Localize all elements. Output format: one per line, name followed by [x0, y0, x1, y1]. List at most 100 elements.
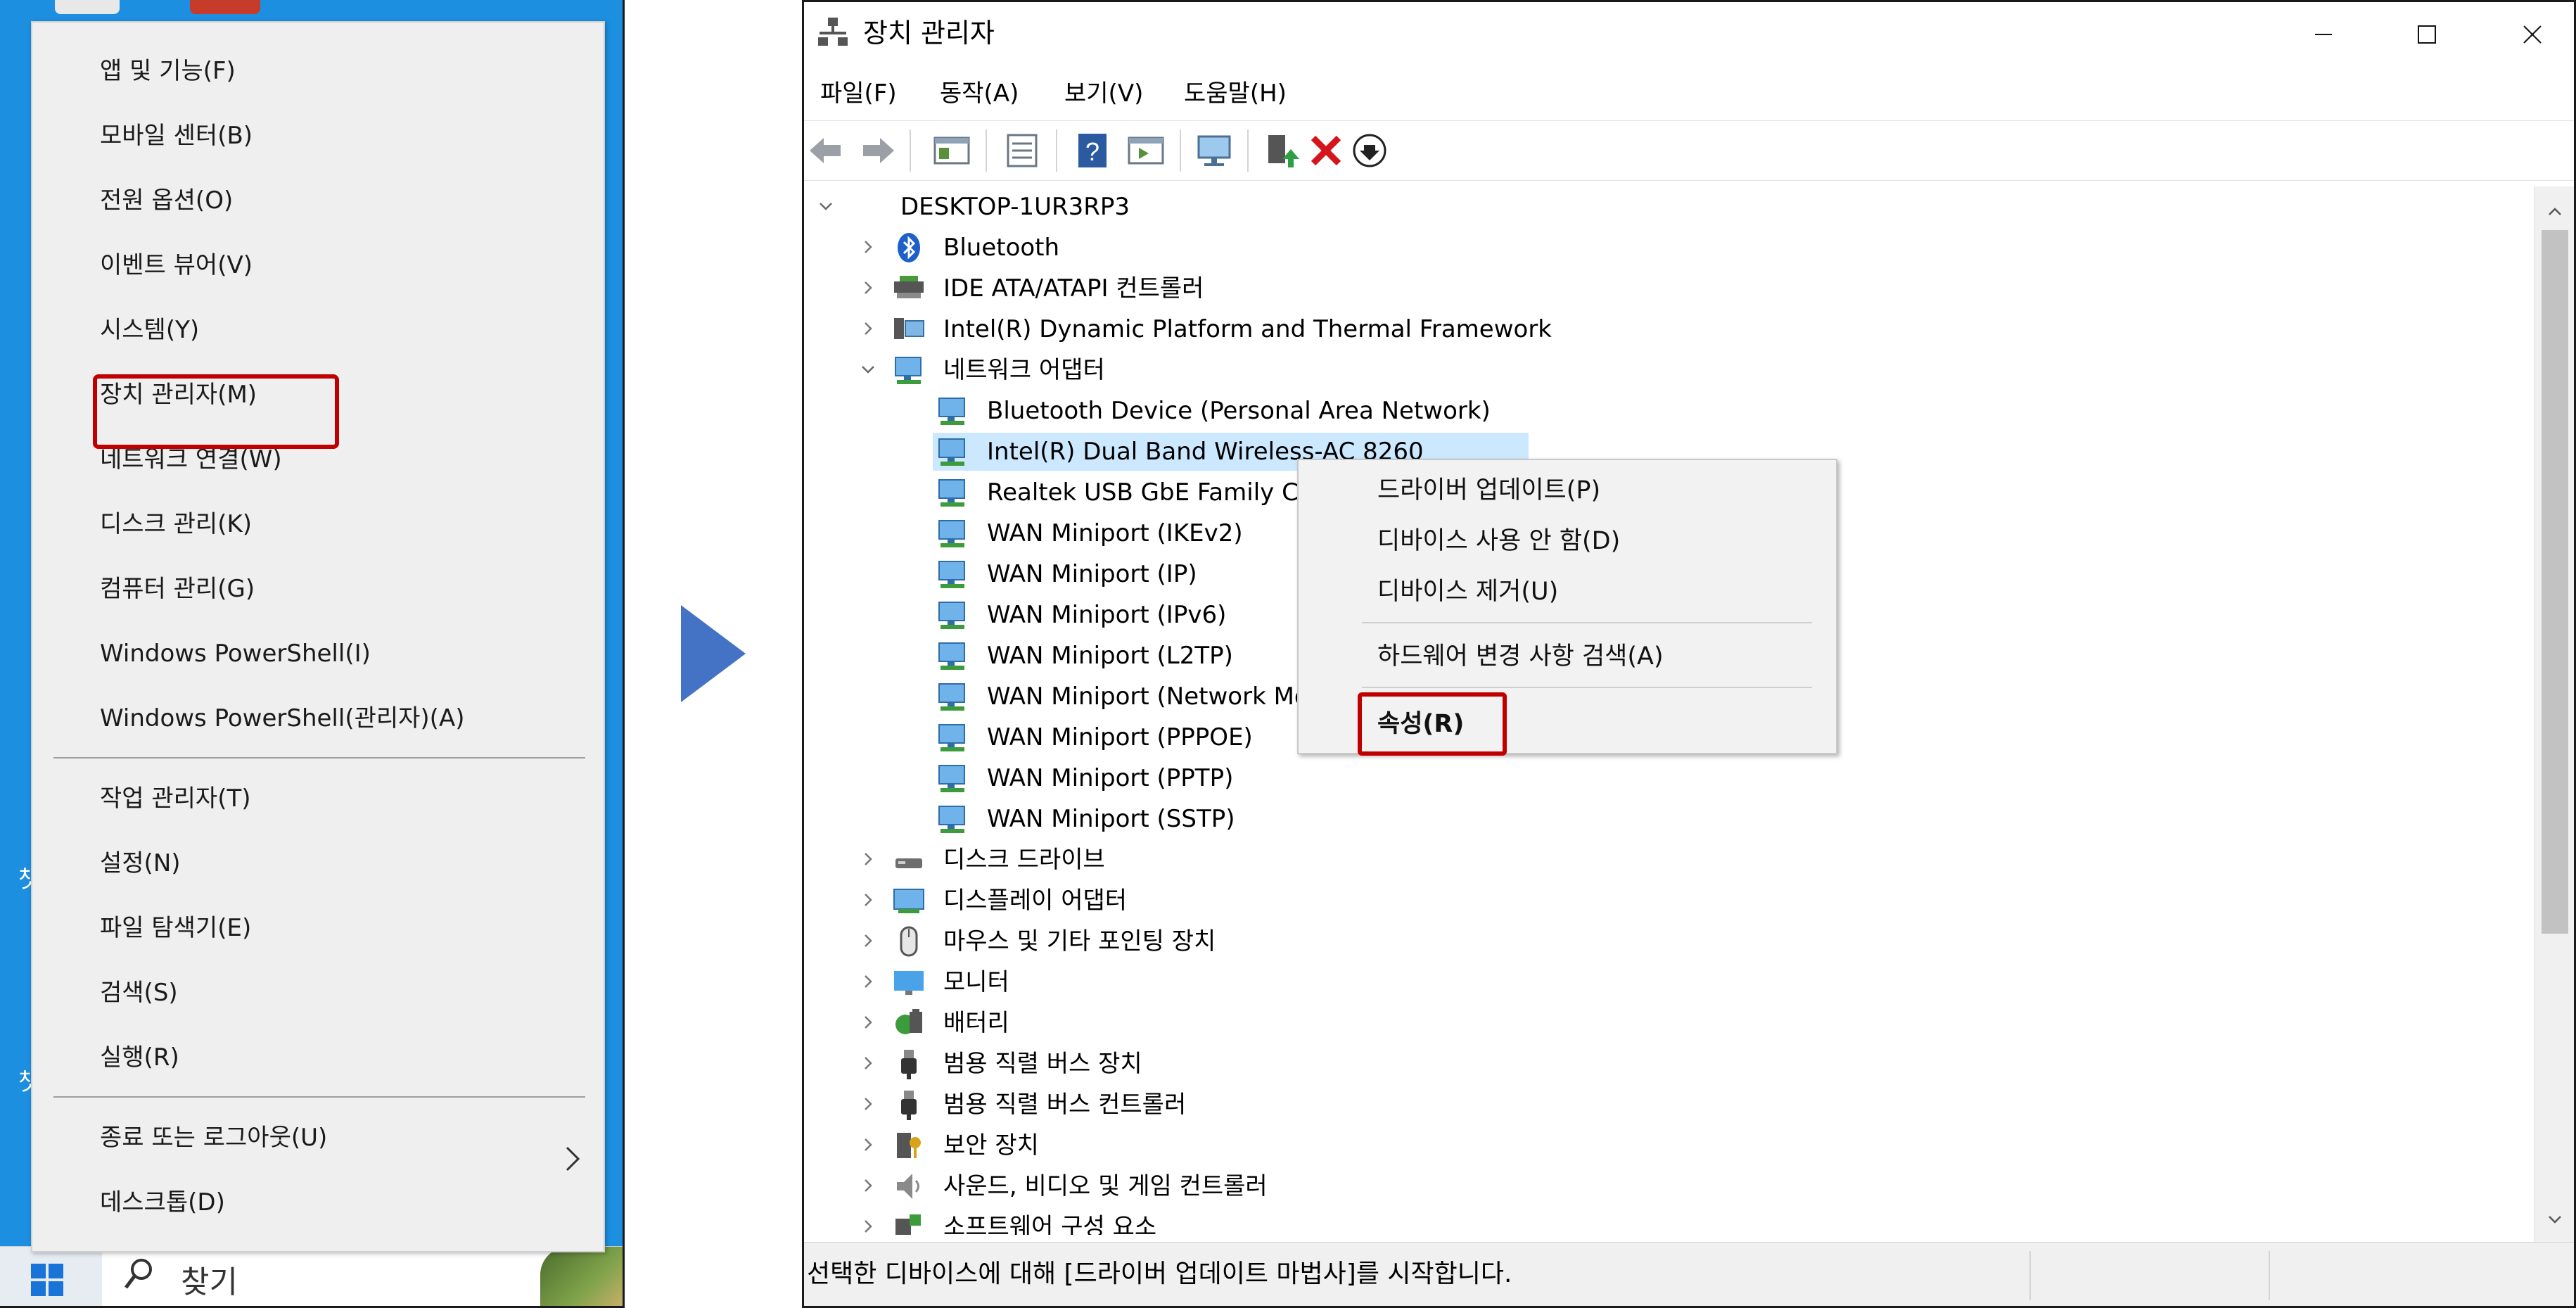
- disk-drive-icon: [895, 858, 922, 868]
- menu-item-powershell-admin[interactable]: Windows PowerShell(관리자)(A): [32, 690, 604, 747]
- menu-item-search[interactable]: 검색(S): [32, 965, 604, 1021]
- menu-help[interactable]: 도움말(H): [1184, 69, 1287, 118]
- minimize-icon[interactable]: [2302, 13, 2345, 56]
- menu-action[interactable]: 동작(A): [940, 69, 1019, 118]
- action-pane-icon[interactable]: [1126, 131, 1166, 170]
- chevron-right-icon[interactable]: [859, 1010, 877, 1035]
- menu-item-settings[interactable]: 설정(N): [32, 835, 604, 891]
- update-driver-icon[interactable]: [1261, 131, 1301, 170]
- tree-child-wan-sstp[interactable]: WAN Miniport (SSTP): [804, 799, 2534, 839]
- network-adapter-icon: [938, 642, 965, 670]
- chevron-down-icon[interactable]: [817, 193, 835, 219]
- chevron-right-icon[interactable]: [859, 316, 877, 341]
- chevron-right-icon[interactable]: [859, 1173, 877, 1198]
- tree-item-monitors[interactable]: 모니터: [804, 962, 2534, 1003]
- network-adapter-icon: [938, 765, 965, 792]
- menu-item-system[interactable]: 시스템(Y): [32, 302, 604, 358]
- menu-item-apps-features[interactable]: 앱 및 기능(F): [32, 43, 604, 99]
- desktop-app-icon[interactable]: [55, 0, 120, 14]
- tree-item-batteries[interactable]: 배터리: [804, 1003, 2534, 1043]
- windows-start-icon[interactable]: [31, 1264, 63, 1296]
- chevron-right-icon[interactable]: [859, 234, 877, 260]
- tree-child-wan-pptp[interactable]: WAN Miniport (PPTP): [804, 758, 2534, 799]
- menu-divider: [53, 757, 585, 758]
- chevron-right-icon[interactable]: [859, 846, 877, 872]
- tree-item-usb-devices[interactable]: 범용 직렬 버스 장치: [804, 1043, 2534, 1084]
- context-item-disable-device[interactable]: 디바이스 사용 안 함(D): [1299, 516, 1836, 566]
- tree-item-software-components[interactable]: 소프트웨어 구성 요소: [804, 1207, 2534, 1235]
- tree-item-bluetooth[interactable]: Bluetooth: [804, 227, 2534, 268]
- menu-item-task-manager[interactable]: 작업 관리자(T): [32, 770, 604, 827]
- menu-item-computer-management[interactable]: 컴퓨터 관리(G): [32, 561, 604, 617]
- menu-item-power-options[interactable]: 전원 옵션(O): [32, 172, 604, 229]
- network-adapter-icon: [938, 602, 965, 629]
- chevron-right-icon[interactable]: [859, 969, 877, 994]
- context-item-scan-hardware[interactable]: 하드웨어 변경 사항 검색(A): [1299, 632, 1836, 681]
- forward-icon[interactable]: [859, 131, 898, 170]
- context-item-update-driver[interactable]: 드라이버 업데이트(P): [1299, 466, 1836, 515]
- tree-root[interactable]: DESKTOP-1UR3RP3: [804, 186, 2534, 227]
- show-hide-tree-icon[interactable]: [932, 131, 971, 170]
- taskbar-decoration: [540, 1247, 623, 1306]
- tree-item-label: 디스플레이 어댑터: [943, 887, 1128, 915]
- disable-device-icon[interactable]: [1350, 131, 1389, 170]
- maximize-icon[interactable]: [2406, 13, 2448, 56]
- tree-item-security-devices[interactable]: 보안 장치: [804, 1125, 2534, 1166]
- tree-item-display-adapters[interactable]: 디스플레이 어댑터: [804, 880, 2534, 921]
- toolbar: ?: [804, 120, 2574, 181]
- properties-icon[interactable]: [1002, 131, 1042, 170]
- tree-item-sound[interactable]: 사운드, 비디오 및 게임 컨트롤러: [804, 1166, 2534, 1207]
- chevron-right-icon[interactable]: [859, 1091, 877, 1117]
- chevron-right-icon[interactable]: [859, 1214, 877, 1235]
- chevron-right-icon[interactable]: [859, 887, 877, 913]
- menu-item-shutdown-signout[interactable]: 종료 또는 로그아웃(U): [32, 1110, 604, 1166]
- bluetooth-icon: [898, 233, 920, 262]
- menu-item-run[interactable]: 실행(R): [32, 1029, 604, 1086]
- menu-view[interactable]: 보기(V): [1064, 69, 1143, 118]
- tree-item-usb-controllers[interactable]: 범용 직렬 버스 컨트롤러: [804, 1084, 2534, 1125]
- chevron-down-icon[interactable]: [859, 357, 877, 382]
- tree-item-intel-framework[interactable]: Intel(R) Dynamic Platform and Thermal Fr…: [804, 309, 2534, 350]
- desktop-app-icon[interactable]: [190, 0, 260, 14]
- chevron-right-icon[interactable]: [859, 928, 877, 953]
- tree-item-disk-drives[interactable]: 디스크 드라이브: [804, 839, 2534, 880]
- close-icon[interactable]: [2511, 13, 2553, 56]
- usb-device-icon: [901, 1050, 917, 1079]
- taskbar-search-box[interactable]: 찾기: [102, 1247, 623, 1306]
- toolbar-separator: [1180, 129, 1181, 172]
- tree-item-label: 디스크 드라이브: [943, 846, 1105, 874]
- tree-item-network-adapters[interactable]: 네트워크 어댑터: [804, 350, 2534, 391]
- chevron-right-icon[interactable]: [859, 1050, 877, 1076]
- tree-item-label: 소프트웨어 구성 요소: [943, 1213, 1157, 1235]
- scroll-up-icon[interactable]: [2542, 198, 2568, 226]
- menu-item-disk-management[interactable]: 디스크 관리(K): [32, 496, 604, 552]
- tree-item-mice[interactable]: 마우스 및 기타 포인팅 장치: [804, 921, 2534, 962]
- highlight-box-device-manager: [93, 374, 339, 449]
- scroll-thumb[interactable]: [2542, 230, 2568, 934]
- menu-item-file-explorer[interactable]: 파일 탐색기(E): [32, 900, 604, 956]
- menu-divider: [1362, 622, 1812, 623]
- usb-controller-icon: [901, 1091, 917, 1120]
- scroll-down-icon[interactable]: [2542, 1205, 2568, 1233]
- tree-item-ide-controller[interactable]: IDE ATA/ATAPI 컨트롤러: [804, 268, 2534, 309]
- chevron-right-icon[interactable]: [859, 1132, 877, 1157]
- vertical-scrollbar[interactable]: [2534, 186, 2574, 1242]
- scan-hardware-icon[interactable]: [1194, 131, 1234, 170]
- chevron-right-icon[interactable]: [859, 275, 877, 300]
- back-icon[interactable]: [805, 131, 845, 170]
- tree-item-label: WAN Miniport (PPTP): [987, 764, 1234, 792]
- menu-item-event-viewer[interactable]: 이벤트 뷰어(V): [32, 237, 604, 293]
- menu-item-powershell[interactable]: Windows PowerShell(I): [32, 626, 604, 682]
- menu-file[interactable]: 파일(F): [820, 69, 897, 118]
- help-icon[interactable]: ?: [1073, 131, 1112, 170]
- context-item-uninstall-device[interactable]: 디바이스 제거(U): [1299, 567, 1836, 616]
- status-divider: [2269, 1251, 2270, 1300]
- menu-item-desktop[interactable]: 데스크톱(D): [32, 1174, 604, 1231]
- status-divider: [2029, 1251, 2031, 1300]
- menu-item-mobility-center[interactable]: 모바일 센터(B): [32, 108, 604, 164]
- display-adapter-icon: [893, 889, 924, 913]
- uninstall-device-icon[interactable]: [1306, 131, 1346, 170]
- tree-child-bluetooth-pan[interactable]: Bluetooth Device (Personal Area Network): [804, 391, 2534, 431]
- tree-item-label: 사운드, 비디오 및 게임 컨트롤러: [943, 1172, 1268, 1200]
- tree-item-label: 마우스 및 기타 포인팅 장치: [943, 927, 1216, 955]
